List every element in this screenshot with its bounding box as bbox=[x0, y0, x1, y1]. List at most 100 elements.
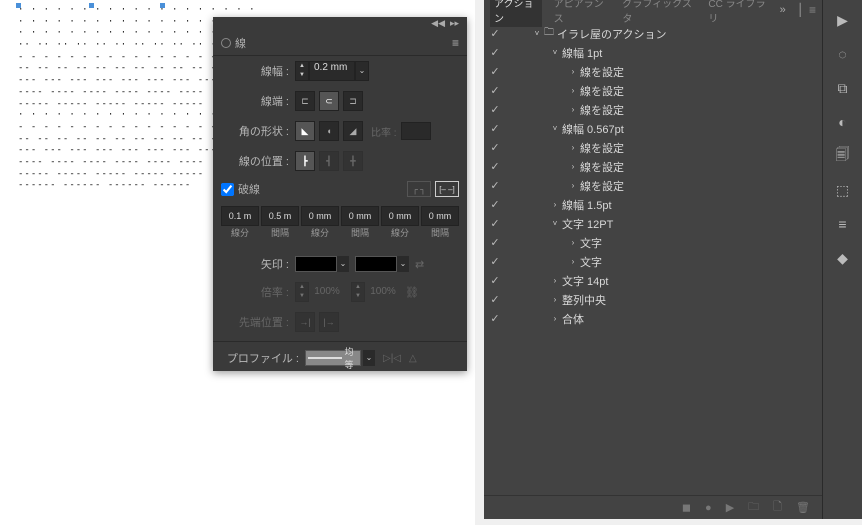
swap-arrows-icon[interactable]: ⇄ bbox=[415, 258, 424, 271]
tree-toggle-icon[interactable]: › bbox=[550, 200, 560, 209]
cloud-icon[interactable]: ◐ bbox=[831, 110, 855, 134]
arrow-end-swatch[interactable] bbox=[355, 256, 397, 272]
profile-dropdown[interactable]: ⌄ bbox=[363, 350, 375, 366]
tab-appearance[interactable]: アピアランス bbox=[550, 0, 611, 27]
limit-input[interactable] bbox=[401, 122, 431, 140]
action-row[interactable]: ✓›線幅 1.5pt bbox=[484, 195, 822, 214]
stop-icon[interactable]: ◼ bbox=[682, 501, 691, 514]
selected-artwork[interactable]: · · · · · · · · · · · · · · · · · · · · … bbox=[18, 5, 163, 185]
tip-extend-button[interactable]: →| bbox=[295, 312, 315, 332]
action-check-icon[interactable]: ✓ bbox=[484, 103, 506, 116]
action-row[interactable]: ✓›線を設定 bbox=[484, 138, 822, 157]
arrow-start-swatch[interactable] bbox=[295, 256, 337, 272]
tree-toggle-icon[interactable]: › bbox=[568, 162, 578, 171]
action-check-icon[interactable]: ✓ bbox=[484, 293, 506, 306]
dash-value-input[interactable] bbox=[381, 206, 419, 226]
tip-end-button[interactable]: |→ bbox=[319, 312, 339, 332]
tab-cc-libraries[interactable]: CC ライブラリ bbox=[704, 0, 771, 27]
tab-graphic-styles[interactable]: グラフィックスタ bbox=[618, 0, 696, 27]
action-row[interactable]: ✓˅文字 12PT bbox=[484, 214, 822, 233]
tree-toggle-icon[interactable]: › bbox=[568, 181, 578, 190]
action-check-icon[interactable]: ✓ bbox=[484, 179, 506, 192]
action-check-icon[interactable]: ✓ bbox=[484, 160, 506, 173]
tree-toggle-icon[interactable]: ˅ bbox=[550, 124, 560, 133]
tree-toggle-icon[interactable]: › bbox=[568, 105, 578, 114]
action-row[interactable]: ✓›文字 bbox=[484, 252, 822, 271]
weight-unit-dropdown[interactable]: ⌄ bbox=[355, 61, 369, 81]
action-check-icon[interactable]: ✓ bbox=[484, 236, 506, 249]
join-round-button[interactable]: ◖ bbox=[319, 121, 339, 141]
action-check-icon[interactable]: ✓ bbox=[484, 122, 506, 135]
tree-toggle-icon[interactable]: › bbox=[568, 86, 578, 95]
flip-along-icon[interactable]: ▷|◁ bbox=[383, 353, 401, 364]
copy-icon[interactable]: 🗐 bbox=[831, 144, 855, 168]
cap-butt-button[interactable]: ⊏ bbox=[295, 91, 315, 111]
cap-projecting-button[interactable]: ⊐ bbox=[343, 91, 363, 111]
tree-toggle-icon[interactable]: ˅ bbox=[550, 219, 560, 228]
align-center-button[interactable]: ┣ bbox=[295, 151, 315, 171]
new-set-icon[interactable]: 🗀 bbox=[748, 498, 759, 517]
action-row[interactable]: ✓›文字 14pt bbox=[484, 271, 822, 290]
action-check-icon[interactable]: ✓ bbox=[484, 46, 506, 59]
delete-icon[interactable]: 🗑 bbox=[796, 501, 810, 514]
3d-icon[interactable]: ⬚ bbox=[831, 178, 855, 202]
panel-menu-icon[interactable]: ▏≡ bbox=[800, 3, 816, 17]
action-check-icon[interactable]: ✓ bbox=[484, 27, 506, 40]
action-row[interactable]: ✓›文字 bbox=[484, 233, 822, 252]
arrow-end-dropdown[interactable]: ⌄ bbox=[397, 256, 409, 272]
dash-value-input[interactable] bbox=[341, 206, 379, 226]
selection-handle[interactable] bbox=[89, 3, 94, 8]
color-icon[interactable]: ◌ bbox=[831, 42, 855, 66]
play-icon[interactable]: ▶ bbox=[831, 8, 855, 32]
action-check-icon[interactable]: ✓ bbox=[484, 217, 506, 230]
join-bevel-button[interactable]: ◢ bbox=[343, 121, 363, 141]
dash-value-input[interactable] bbox=[421, 206, 459, 226]
tab-actions[interactable]: アクション bbox=[490, 0, 542, 27]
flip-across-icon[interactable]: △ bbox=[409, 353, 417, 364]
dash-exact-button[interactable]: ┌ ┐ bbox=[407, 181, 431, 197]
action-row[interactable]: ✓›線を設定 bbox=[484, 100, 822, 119]
action-row[interactable]: ✓›合体 bbox=[484, 309, 822, 328]
cap-round-button[interactable]: ⊂ bbox=[319, 91, 339, 111]
tree-toggle-icon[interactable]: ˅ bbox=[550, 48, 560, 57]
action-row[interactable]: ✓›線を設定 bbox=[484, 157, 822, 176]
tree-toggle-icon[interactable]: › bbox=[550, 276, 560, 285]
action-row[interactable]: ✓˅線幅 1pt bbox=[484, 43, 822, 62]
join-miter-button[interactable]: ◣ bbox=[295, 121, 315, 141]
tree-toggle-icon[interactable]: › bbox=[568, 67, 578, 76]
dash-checkbox[interactable] bbox=[221, 183, 234, 196]
close-icon[interactable]: ▸▸ bbox=[450, 18, 459, 29]
tree-toggle-icon[interactable]: › bbox=[568, 143, 578, 152]
tree-toggle-icon[interactable]: › bbox=[550, 295, 560, 304]
action-check-icon[interactable]: ✓ bbox=[484, 198, 506, 211]
panel-header[interactable]: ◀◀ ▸▸ bbox=[213, 17, 467, 31]
action-check-icon[interactable]: ✓ bbox=[484, 274, 506, 287]
action-check-icon[interactable]: ✓ bbox=[484, 312, 506, 325]
action-check-icon[interactable]: ✓ bbox=[484, 141, 506, 154]
panel-menu-icon[interactable]: ≡ bbox=[452, 36, 459, 50]
artboard-icon[interactable]: ⧉ bbox=[831, 76, 855, 100]
action-row[interactable]: ✓›線を設定 bbox=[484, 62, 822, 81]
weight-stepper[interactable]: ▲▼ bbox=[295, 61, 309, 81]
dash-value-input[interactable] bbox=[301, 206, 339, 226]
action-row[interactable]: ✓›整列中央 bbox=[484, 290, 822, 309]
selection-handle[interactable] bbox=[16, 3, 21, 8]
layers-icon[interactable]: ◆ bbox=[831, 246, 855, 270]
arrow-start-dropdown[interactable]: ⌄ bbox=[337, 256, 349, 272]
action-check-icon[interactable]: ✓ bbox=[484, 255, 506, 268]
action-check-icon[interactable]: ✓ bbox=[484, 84, 506, 97]
dash-align-button[interactable]: [‒ ‒] bbox=[435, 181, 459, 197]
selection-handle[interactable] bbox=[160, 3, 165, 8]
panel-tab-stroke[interactable]: 線 ≡ bbox=[213, 31, 467, 56]
action-row[interactable]: ✓˅線幅 0.567pt bbox=[484, 119, 822, 138]
play-icon[interactable]: ▶ bbox=[726, 501, 734, 514]
tree-toggle-icon[interactable]: › bbox=[550, 314, 560, 323]
tree-toggle-icon[interactable]: › bbox=[568, 238, 578, 247]
profile-swatch[interactable]: 均等 bbox=[305, 350, 361, 366]
tree-toggle-icon[interactable]: ˅ bbox=[532, 29, 542, 38]
action-check-icon[interactable]: ✓ bbox=[484, 65, 506, 78]
new-action-icon[interactable]: 🗋 bbox=[773, 498, 782, 517]
dash-value-input[interactable] bbox=[221, 206, 259, 226]
align-outside-button[interactable]: ╋ bbox=[343, 151, 363, 171]
dash-value-input[interactable] bbox=[261, 206, 299, 226]
